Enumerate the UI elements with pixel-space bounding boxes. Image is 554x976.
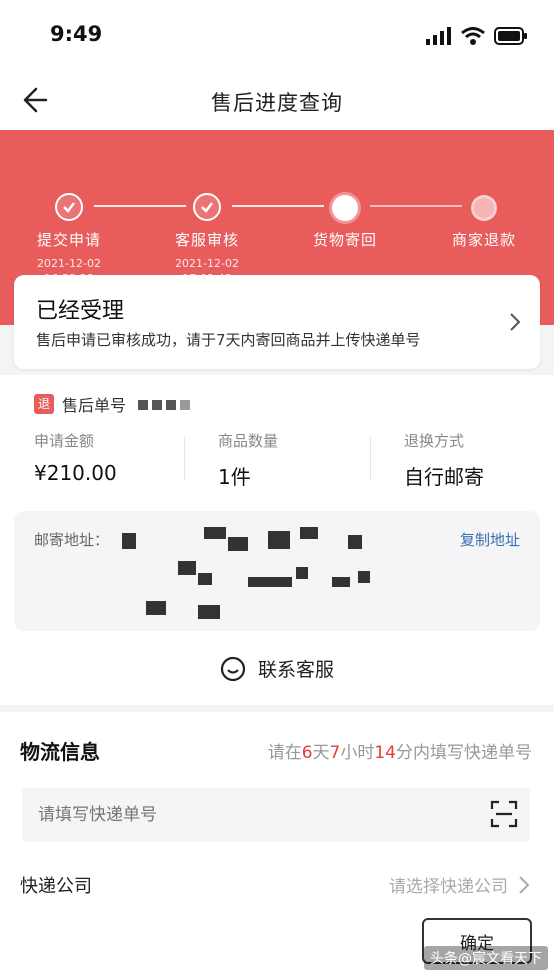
contact-service-button[interactable]: 联系客服 bbox=[0, 655, 554, 682]
address-masked bbox=[118, 527, 378, 623]
watermark: 头条@宸文看天下 bbox=[424, 946, 548, 970]
contact-service-label: 联系客服 bbox=[257, 659, 334, 681]
stat-value: 自行邮寄 bbox=[404, 465, 484, 489]
check-circle-icon bbox=[55, 193, 83, 221]
logistics-title: 物流信息 bbox=[20, 740, 100, 764]
order-number-row: 退 售后单号 bbox=[34, 392, 191, 416]
stat-value: 1件 bbox=[218, 465, 251, 489]
status-bar: 9:49 bbox=[0, 0, 554, 72]
stat-quantity: 商品数量 1件 bbox=[218, 430, 278, 490]
stat-label: 退换方式 bbox=[404, 432, 465, 450]
address-label: 邮寄地址： bbox=[34, 531, 110, 549]
progress-steps: 提交申请 2021-12-02 16:53:28 客服审核 2021-12-02… bbox=[0, 160, 554, 285]
logistics-section: 物流信息 请在6天7小时14分内填写快递单号 快递公司 请选择快递公司 确定 bbox=[0, 712, 554, 976]
current-step-dot bbox=[332, 195, 358, 221]
status-card[interactable]: 已经受理 售后申请已审核成功，请于7天内寄回商品并上传快递单号 bbox=[14, 275, 540, 369]
divider bbox=[370, 437, 371, 481]
status-title: 已经受理 bbox=[36, 299, 125, 324]
order-number-label: 售后单号 bbox=[62, 396, 127, 415]
battery-icon bbox=[494, 27, 527, 45]
chevron-right-icon bbox=[510, 313, 521, 331]
courier-company-select[interactable]: 请选择快递公司 bbox=[389, 872, 530, 897]
step-date: 2021-12-02 bbox=[37, 257, 101, 270]
address-box: 邮寄地址： 复制地址 bbox=[14, 511, 540, 631]
step-review: 客服审核 2021-12-02 17:03:48 bbox=[137, 193, 277, 286]
step-label: 商家退款 bbox=[451, 231, 516, 249]
stat-return-method: 退换方式 自行邮寄 bbox=[404, 430, 484, 490]
tracking-number-input[interactable] bbox=[22, 788, 530, 842]
stat-value: ¥210.00 bbox=[34, 461, 117, 485]
status-icons bbox=[426, 26, 528, 46]
smile-icon bbox=[220, 656, 246, 681]
countdown-tip: 请在6天7小时14分内填写快递单号 bbox=[267, 743, 532, 763]
step-label: 货物寄回 bbox=[312, 231, 377, 249]
nav-bar: 售后进度查询 bbox=[0, 72, 554, 130]
step-date: 2021-12-02 bbox=[175, 257, 239, 270]
step-submit: 提交申请 2021-12-02 16:53:28 bbox=[0, 193, 139, 286]
step-refund: 商家退款 bbox=[414, 195, 554, 250]
chevron-right-icon bbox=[519, 875, 530, 894]
return-badge-icon: 退 bbox=[34, 394, 54, 414]
pending-step-dot bbox=[471, 195, 497, 221]
step-label: 提交申请 bbox=[36, 231, 101, 249]
wifi-icon bbox=[461, 27, 485, 45]
order-number-masked bbox=[134, 395, 191, 414]
stat-label: 商品数量 bbox=[218, 432, 279, 450]
courier-company-placeholder: 请选择快递公司 bbox=[389, 877, 508, 897]
scan-icon[interactable] bbox=[490, 800, 518, 828]
status-time: 9:49 bbox=[50, 22, 103, 46]
step-label: 客服审核 bbox=[174, 231, 239, 249]
status-description: 售后申请已审核成功，请于7天内寄回商品并上传快递单号 bbox=[36, 331, 421, 349]
signal-icon bbox=[426, 27, 451, 45]
courier-company-label: 快递公司 bbox=[20, 876, 92, 897]
order-info-card: 退 售后单号 申请金额 ¥210.00 商品数量 1件 退换方式 自行邮寄 邮寄… bbox=[0, 375, 554, 705]
page-title: 售后进度查询 bbox=[211, 91, 343, 115]
step-return-goods: 货物寄回 bbox=[275, 195, 415, 250]
copy-address-link[interactable]: 复制地址 bbox=[460, 529, 520, 550]
stat-amount: 申请金额 ¥210.00 bbox=[34, 430, 117, 485]
check-circle-icon bbox=[193, 193, 221, 221]
divider bbox=[184, 437, 185, 481]
stat-label: 申请金额 bbox=[34, 432, 95, 450]
